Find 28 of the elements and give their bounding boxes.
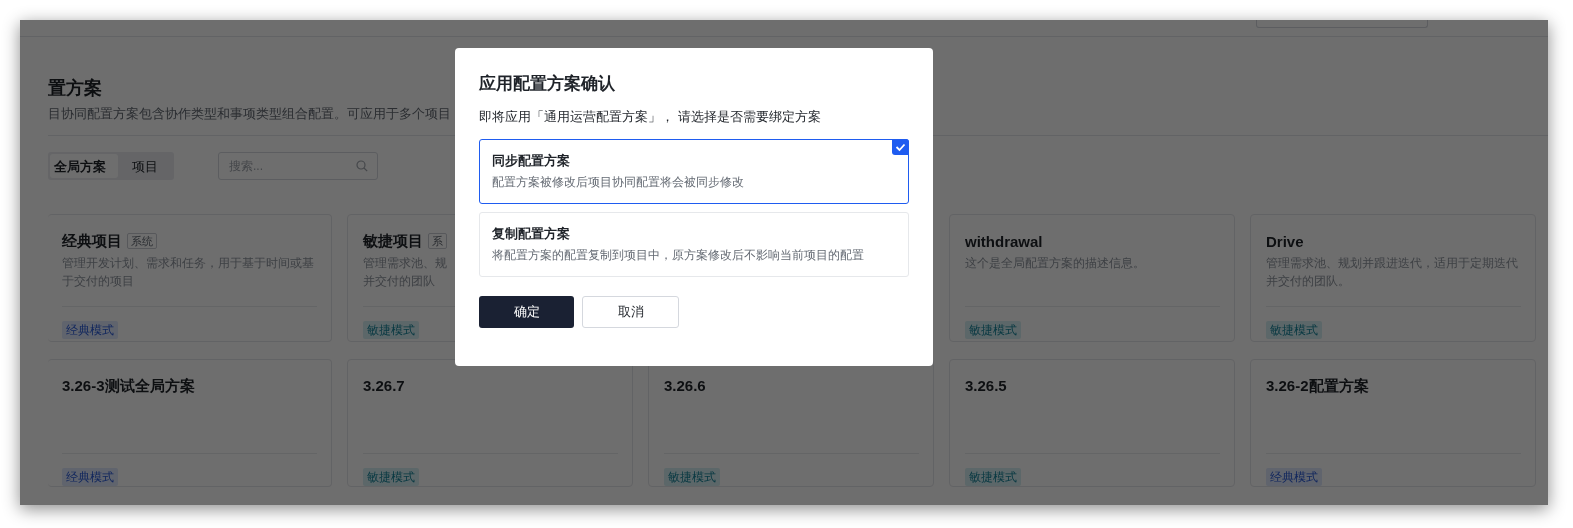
card-title: 3.26-2配置方案: [1266, 376, 1369, 396]
option-description: 配置方案被修改后项目协同配置将会被同步修改: [492, 174, 745, 190]
card-title: 敏捷项目: [363, 231, 423, 251]
card-title: 3.26.5: [965, 377, 1007, 395]
mode-tag: 敏捷模式: [664, 468, 720, 486]
option-title: 同步配置方案: [492, 152, 571, 170]
mode-tag: 敏捷模式: [965, 321, 1021, 339]
card-title: 3.26.7: [363, 377, 405, 395]
mode-tag: 经典模式: [62, 321, 118, 339]
option-title: 复制配置方案: [492, 225, 571, 243]
mode-tag: 敏捷模式: [363, 321, 419, 339]
mode-tag: 敏捷模式: [1266, 321, 1322, 339]
card-title: 经典项目: [62, 231, 122, 251]
system-badge: 系: [428, 233, 447, 249]
system-badge: 系统: [127, 233, 157, 249]
mode-tag: 经典模式: [1266, 468, 1322, 486]
dialog-title: 应用配置方案确认: [479, 73, 616, 95]
page-description: 目协同配置方案包含协作类型和事项类型组合配置。可应用于多个项目: [48, 105, 451, 123]
card-title: withdrawal: [965, 232, 1043, 250]
card-title: 3.26-3测试全局方案: [62, 376, 195, 396]
mode-tag: 敏捷模式: [965, 468, 1021, 486]
option-description: 将配置方案的配置复制到项目中，原方案修改后不影响当前项目的配置: [492, 247, 865, 263]
card-title: 3.26.6: [664, 377, 706, 395]
mode-tag: 经典模式: [62, 468, 118, 486]
page-title: 置方案: [48, 77, 102, 100]
dialog-message: 即将应用「通用运营配置方案」， 请选择是否需要绑定方案: [479, 108, 822, 126]
mode-tag: 敏捷模式: [363, 468, 419, 486]
card-title: Drive: [1266, 232, 1304, 250]
